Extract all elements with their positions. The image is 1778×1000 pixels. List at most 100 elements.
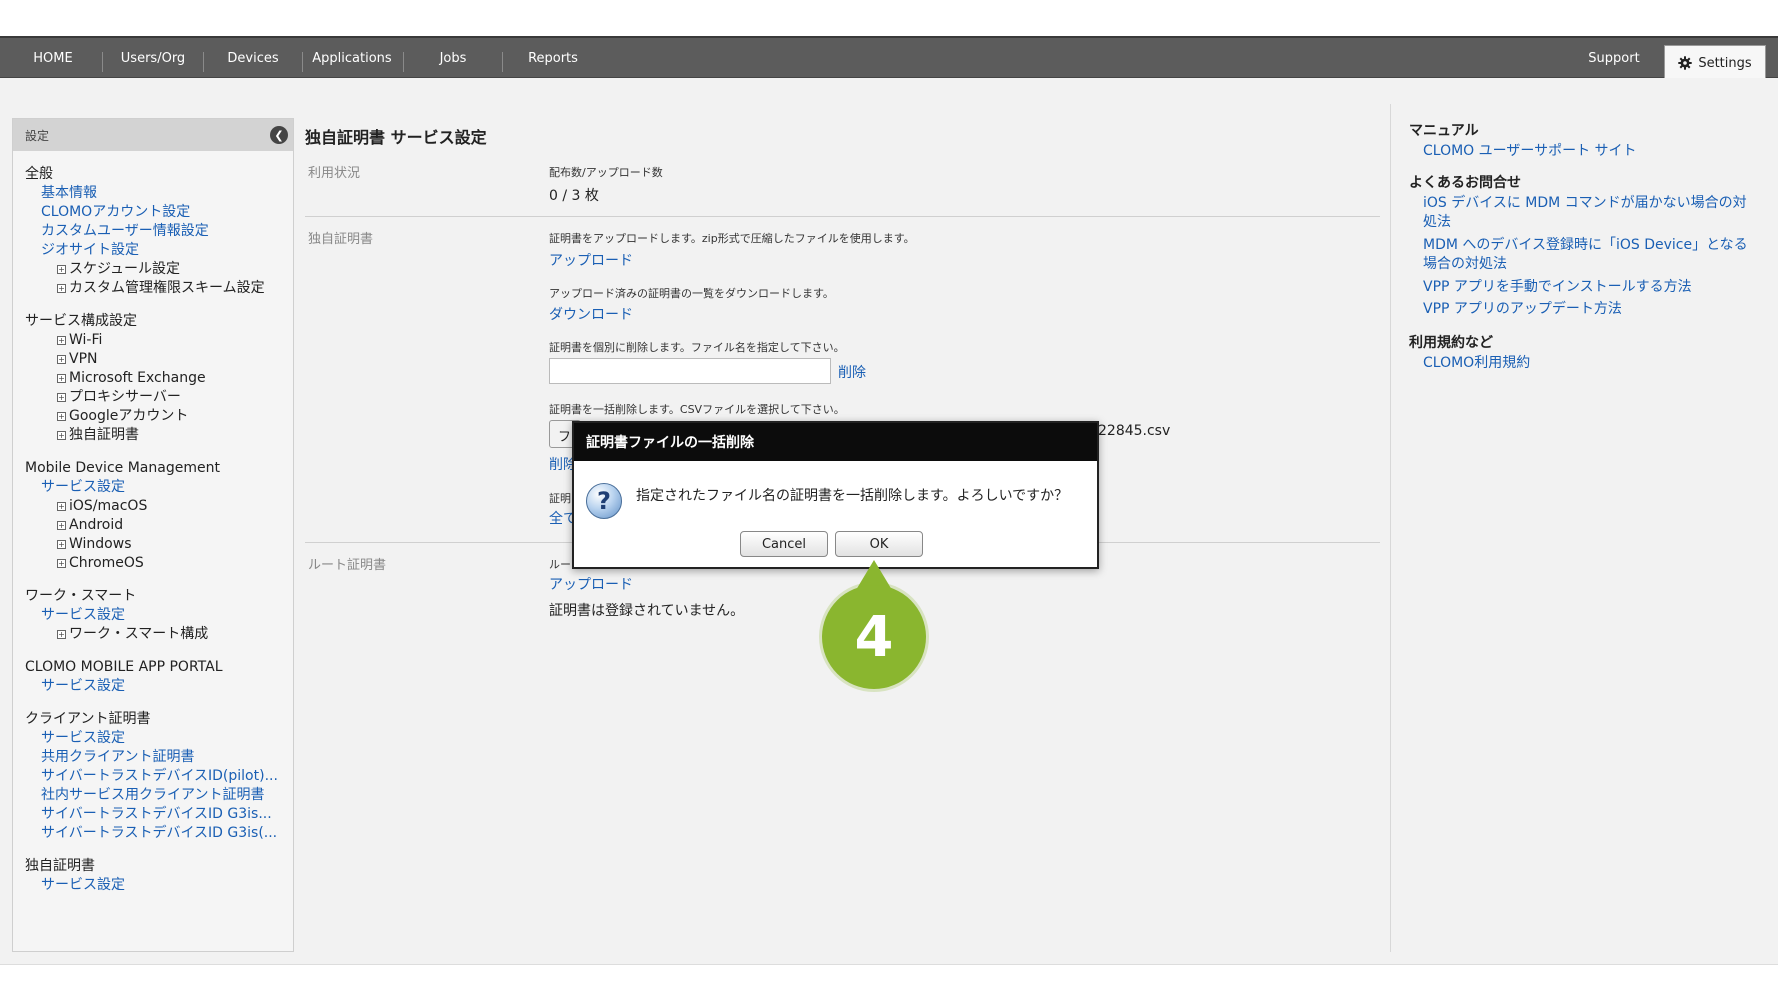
faq-heading: よくあるお問合せ [1409, 175, 1521, 191]
cancel-button[interactable]: Cancel [740, 531, 828, 557]
individual-delete-description: 証明書を個別に削除します。ファイル名を指定して下さい。 [549, 341, 845, 354]
sidebar-link[interactable]: 共用クライアント証明書 [25, 748, 287, 767]
expand-plus-icon[interactable]: + [57, 412, 66, 421]
sidebar-group-title: サービス構成設定 [25, 313, 137, 329]
expand-plus-icon[interactable]: + [57, 265, 66, 274]
usage-caption: 配布数/アップロード数 [549, 166, 663, 179]
sidebar-link[interactable]: サービス設定 [25, 677, 287, 696]
sidebar-tree-item[interactable]: + スケジュール設定 [25, 260, 293, 279]
sidebar-tree-item[interactable]: + Googleアカウント [25, 407, 293, 426]
gear-icon [1678, 56, 1693, 70]
manual-heading: マニュアル [1409, 123, 1479, 139]
expand-plus-icon[interactable]: + [57, 355, 66, 364]
sidebar-link[interactable]: カスタムユーザー情報設定 [25, 222, 287, 241]
individual-delete-link[interactable]: 削除 [838, 362, 866, 382]
expand-plus-icon[interactable]: + [57, 284, 66, 293]
sidebar-tree-item[interactable]: + Wi-Fi [25, 331, 293, 350]
nav-support[interactable]: Support [1572, 38, 1656, 78]
sidebar-groups: 全般基本情報 CLOMOアカウント設定 カスタムユーザー情報設定 ジオサイト設定 + スケ… [13, 165, 293, 895]
nav-jobs[interactable]: Jobs [410, 38, 496, 78]
support-site-link[interactable]: CLOMO ユーザーサポート サイト [1423, 142, 1753, 161]
download-link[interactable]: ダウンロード [549, 304, 633, 324]
faq-link[interactable]: VPP アプリを手動でインストールする方法 [1423, 278, 1753, 297]
collapse-sidebar-icon[interactable]: ❮ [270, 126, 288, 144]
sidebar-tree-label: Wi-Fi [69, 332, 103, 348]
expand-plus-icon[interactable]: + [57, 393, 66, 402]
expand-plus-icon[interactable]: + [57, 559, 66, 568]
page-title: 独自証明書 サービス設定 [305, 128, 487, 147]
expand-plus-icon[interactable]: + [57, 540, 66, 549]
sidebar-header: 設定 ❮ [13, 119, 293, 151]
step-number-badge: 4 [822, 585, 926, 689]
sidebar-link[interactable]: サービス設定 [25, 606, 287, 625]
faq-link[interactable]: VPP アプリのアップデート方法 [1423, 300, 1753, 319]
settings-label: Settings [1698, 55, 1752, 71]
sidebar-tree-item[interactable]: + カスタム管理権限スキーム設定 [25, 279, 293, 298]
sidebar-tree-item[interactable]: + Windows [25, 535, 293, 554]
upload-link[interactable]: アップロード [549, 250, 633, 270]
sidebar-group-title: ワーク・スマート [25, 588, 137, 604]
nav-separator [302, 52, 303, 72]
nav-devices[interactable]: Devices [210, 38, 296, 78]
sidebar-group-title: CLOMO MOBILE APP PORTAL [25, 659, 223, 675]
faq-link[interactable]: MDM へのデバイス登録時に「iOS Device」となる場合の対処法 [1423, 236, 1753, 274]
question-icon: ? [586, 483, 622, 519]
nav-reports[interactable]: Reports [508, 38, 598, 78]
sidebar-tree-item[interactable]: + iOS/macOS [25, 497, 293, 516]
sidebar-link[interactable]: サービス設定 [25, 876, 287, 895]
sidebar-group-title: 全般 [25, 166, 53, 182]
delete-all-description: 証明 [549, 492, 571, 505]
dialog-message: 指定されたファイル名の証明書を一括削除します。よろしいですか？ [636, 488, 1069, 504]
usage-value: 0 / 3 枚 [549, 188, 599, 204]
sidebar-link[interactable]: CLOMOアカウント設定 [25, 203, 287, 222]
sidebar-link[interactable]: サービス設定 [25, 729, 287, 748]
expand-plus-icon[interactable]: + [57, 630, 66, 639]
nav-home[interactable]: HOME [18, 38, 88, 78]
top-nav-bar: HOME Users/Org Devices Applications Jobs… [0, 36, 1778, 80]
expand-plus-icon[interactable]: + [57, 521, 66, 530]
download-description: アップロード済みの証明書の一覧をダウンロードします。 [549, 287, 834, 300]
sidebar-tree-item[interactable]: + プロキシサーバー [25, 388, 293, 407]
divider [305, 216, 1380, 217]
sidebar-link[interactable]: サイバートラストデバイスID G3is(... [25, 824, 287, 843]
expand-plus-icon[interactable]: + [57, 336, 66, 345]
sidebar-link[interactable]: 基本情報 [25, 184, 287, 203]
sidebar-tree-item[interactable]: + ChromeOS [25, 554, 293, 573]
terms-link[interactable]: CLOMO利用規約 [1423, 354, 1753, 373]
filename-input[interactable] [549, 358, 831, 384]
sidebar-tree-item[interactable]: + 独自証明書 [25, 426, 293, 445]
sidebar-group: 全般基本情報 CLOMOアカウント設定 カスタムユーザー情報設定 ジオサイト設定 + スケ… [13, 165, 293, 298]
sidebar-tree-label: ワーク・スマート構成 [69, 626, 209, 642]
sidebar-group: CLOMO MOBILE APP PORTAL サービス設定 [13, 658, 293, 696]
faq-link[interactable]: iOS デバイスに MDM コマンドが届かない場合の対処法 [1423, 194, 1753, 232]
sidebar-tree-item[interactable]: + ワーク・スマート構成 [25, 625, 293, 644]
sidebar-link[interactable]: サイバートラストデバイスID G3is... [25, 805, 287, 824]
sidebar-link[interactable]: サービス設定 [25, 478, 287, 497]
bulk-delete-confirm-dialog: 証明書ファイルの一括削除 ? 指定されたファイル名の証明書を一括削除します。よろ… [572, 421, 1099, 569]
nav-applications[interactable]: Applications [306, 38, 398, 78]
sidebar-tree-item[interactable]: + VPN [25, 350, 293, 369]
sidebar-link[interactable]: サイバートラストデバイスID(pilot)... [25, 767, 287, 786]
usage-label: 利用状況 [308, 166, 361, 181]
settings-sidebar: 設定 ❮ 全般基本情報 CLOMOアカウント設定 カスタムユーザー情報設定 ジオサイト… [12, 118, 294, 952]
sidebar-tree-label: Googleアカウント [69, 408, 189, 424]
nav-settings-tab[interactable]: Settings [1664, 45, 1766, 80]
ok-button[interactable]: OK [835, 531, 923, 557]
nav-separator [203, 52, 204, 72]
sidebar-tree-item[interactable]: + Android [25, 516, 293, 535]
expand-plus-icon[interactable]: + [57, 431, 66, 440]
sidebar-tree-label: 独自証明書 [69, 427, 139, 443]
sidebar-tree-item[interactable]: + Microsoft Exchange [25, 369, 293, 388]
nav-users-org[interactable]: Users/Org [108, 38, 198, 78]
nav-separator [502, 52, 503, 72]
sidebar-group: クライアント証明書 サービス設定 共用クライアント証明書 サイバートラストデバイスID… [13, 710, 293, 843]
root-cert-empty-message: 証明書は登録されていません。 [549, 603, 745, 619]
sidebar-link[interactable]: ジオサイト設定 [25, 241, 287, 260]
expand-plus-icon[interactable]: + [57, 502, 66, 511]
custom-cert-label: 独自証明書 [308, 232, 374, 247]
root-upload-link[interactable]: アップロード [549, 574, 633, 594]
nav-separator [403, 52, 404, 72]
sidebar-link[interactable]: 社内サービス用クライアント証明書 [25, 786, 287, 805]
page-footer [0, 964, 1778, 1000]
expand-plus-icon[interactable]: + [57, 374, 66, 383]
